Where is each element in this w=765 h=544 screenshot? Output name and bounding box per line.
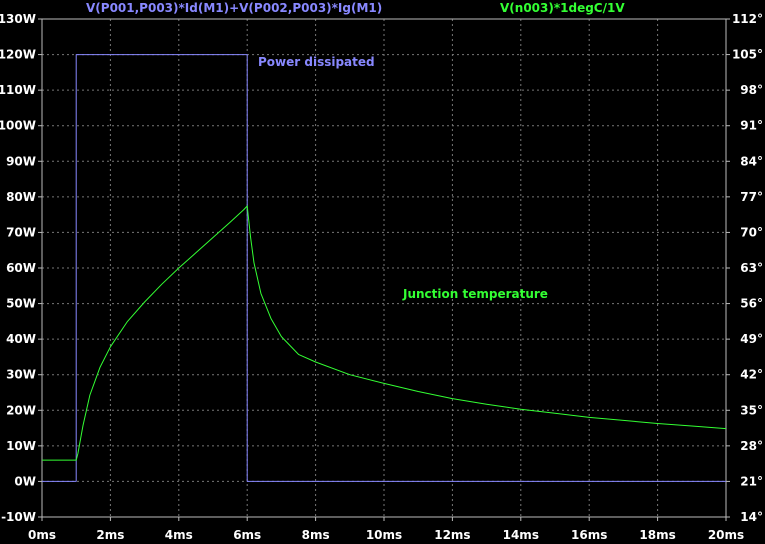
temperature-trace-label: V(n003)*1degC/1V (500, 1, 625, 15)
x-tick-label: 14ms (503, 528, 539, 542)
y-right-tick-label: 14° (740, 510, 763, 524)
y-right-tick-label: 98° (740, 83, 763, 97)
y-left-tick-label: 120W (0, 48, 36, 62)
y-left-tick-label: 10W (6, 439, 36, 453)
y-right-tick-label: 21° (740, 474, 763, 488)
y-left-tick-label: 50W (6, 297, 36, 311)
chart-plot: 0ms 2ms 4ms 6ms 8ms 10ms 12ms 14ms 16ms 18ms 20ms -… (0, 12, 763, 542)
x-tick-label: 20ms (708, 528, 744, 542)
y-right-tick-label: 35° (740, 403, 763, 417)
y-right-tick-label: 49° (740, 332, 763, 346)
x-tick-label: 18ms (639, 528, 675, 542)
x-tick-label: 0ms (28, 528, 56, 542)
y-right-tick-label: 91° (740, 119, 763, 133)
y-right-tick-label: 56° (740, 297, 763, 311)
y-right-tick-label: 42° (740, 368, 763, 382)
y-right-tick-label: 84° (740, 154, 763, 168)
x-tick-label: 8ms (302, 528, 330, 542)
y-left-tick-label: 90W (6, 154, 36, 168)
y-right-tick-label: 105° (732, 48, 763, 62)
y-left-tick-label: 60W (6, 261, 36, 275)
y-left-tick-label: 80W (6, 190, 36, 204)
y-left-tick-label: 100W (0, 119, 36, 133)
y-right-tick-label: 28° (740, 439, 763, 453)
x-tick-label: 6ms (233, 528, 261, 542)
y-right-tick-label: 77° (740, 190, 763, 204)
x-tick-label: 4ms (165, 528, 193, 542)
y-left-tick-label: 130W (0, 12, 36, 26)
y-left-tick-label: 40W (6, 332, 36, 346)
y-right-tick-label: 70° (740, 225, 763, 239)
power-dissipated-annotation: Power dissipated (258, 55, 375, 69)
y-left-tick-label: -10W (1, 510, 36, 524)
y-left-tick-label: 110W (0, 83, 36, 97)
y-left-tick-label: 30W (6, 368, 36, 382)
power-trace-label: V(P001,P003)*Id(M1)+V(P002,P003)*Ig(M1) (86, 1, 383, 15)
y-right-tick-label: 63° (740, 261, 763, 275)
grid-lines (42, 19, 726, 517)
junction-temperature-annotation: Junction temperature (403, 287, 548, 301)
y-left-tick-label: 0W (14, 474, 36, 488)
x-tick-label: 16ms (571, 528, 607, 542)
x-tick-label: 12ms (434, 528, 470, 542)
y-right-tick-label: 112° (732, 12, 763, 26)
y-left-tick-label: 20W (6, 403, 36, 417)
x-tick-label: 2ms (96, 528, 124, 542)
x-tick-label: 10ms (366, 528, 402, 542)
y-left-tick-label: 70W (6, 225, 36, 239)
axis-ticks: 0ms 2ms 4ms 6ms 8ms 10ms 12ms 14ms 16ms 18ms 20ms -… (0, 12, 763, 542)
